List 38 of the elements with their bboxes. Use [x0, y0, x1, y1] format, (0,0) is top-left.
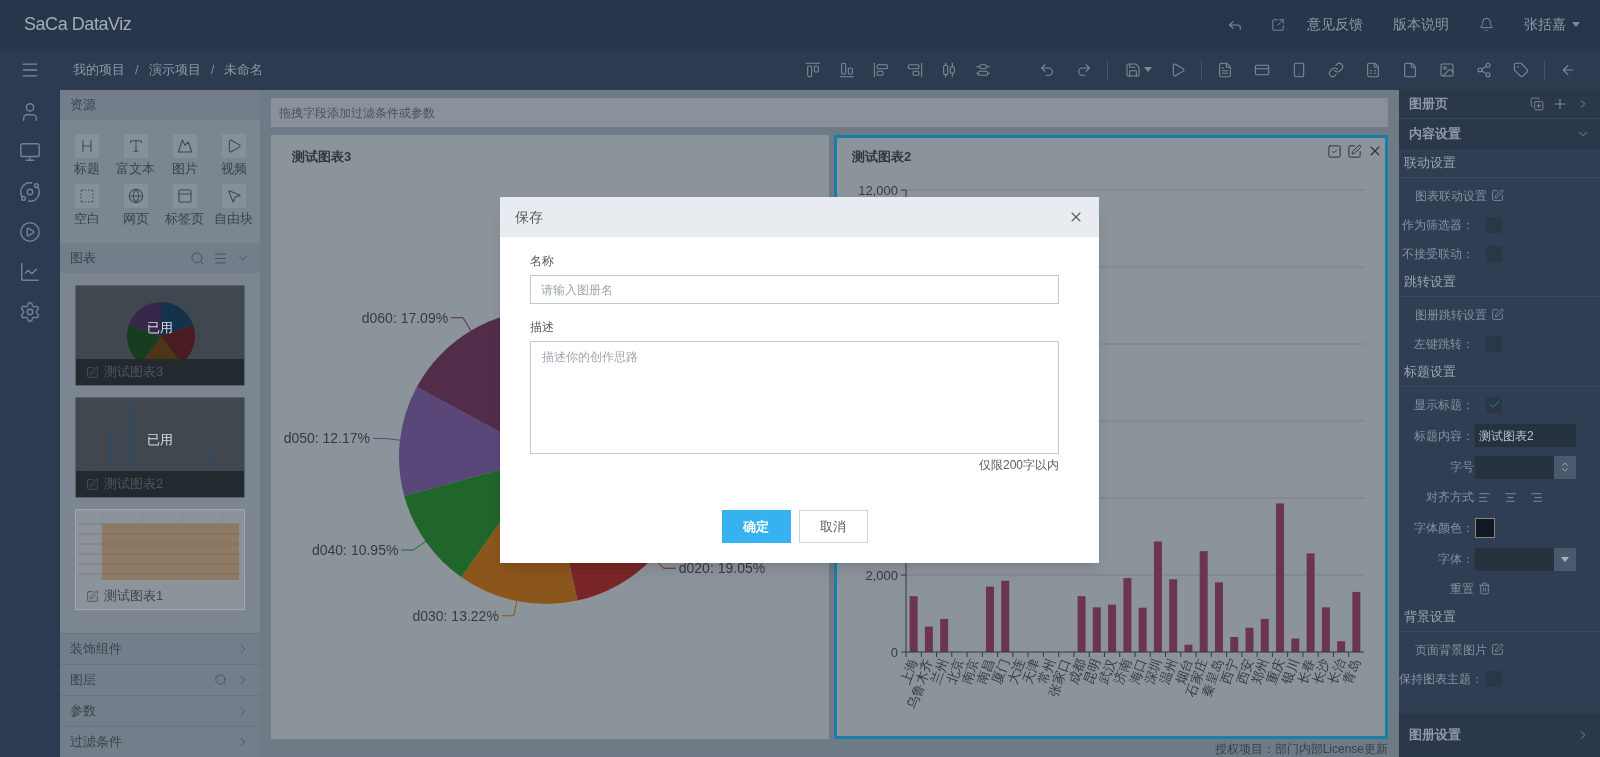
breadcrumb-separator: / [210, 60, 215, 79]
setting-label: 字号 [1449, 459, 1474, 476]
used-label: 已用 [146, 319, 174, 337]
dialog-title: 保存 [515, 207, 543, 227]
breadcrumb-separator: / [135, 60, 139, 79]
field-hint: 仅限200字以内 [978, 457, 1059, 474]
section-title: 跳转设置 [1404, 273, 1456, 292]
section-title: 联动设置 [1404, 154, 1456, 173]
setting-label: 对齐方式 [1425, 489, 1474, 506]
used-label: 已用 [146, 431, 174, 449]
data-label: d040: 10.95% [311, 542, 399, 559]
panel-title: 资源 [70, 96, 96, 115]
setting-label: 标题内容： [1413, 427, 1474, 445]
axis-tick-label: 0 [890, 645, 898, 660]
panel-title: 图表 [70, 249, 96, 268]
section-title: 背景设置 [1404, 608, 1456, 627]
field-label: 描述 [530, 320, 555, 334]
chart-title: 测试图表2 [852, 148, 912, 166]
license-note: 授权项目：部门内部License更新 [1214, 741, 1388, 757]
data-label: d060: 17.09% [361, 309, 449, 326]
setting-label: 不接受联动： [1401, 245, 1474, 263]
data-label: d050: 12.17% [283, 430, 371, 447]
axis-tick-label: 2,000 [865, 568, 898, 583]
setting-label: 作为筛选器： [1401, 216, 1474, 234]
chart-title: 测试图表3 [292, 148, 352, 166]
section-title: 标题设置 [1404, 363, 1456, 382]
setting-label: 左键跳转： [1413, 335, 1474, 353]
thumbnail-title: 测试图表1 [104, 587, 164, 606]
axis-tick-label: 12,000 [858, 183, 898, 198]
app-logo: SaCa DataViz [24, 13, 132, 36]
setting-label: 字体： [1437, 551, 1474, 568]
setting-label: 字体颜色： [1413, 520, 1474, 537]
field-label: 名称 [530, 254, 555, 268]
panel-title: 图册页 [1409, 95, 1448, 114]
data-label: d020: 19.05% [678, 560, 766, 577]
setting-label: 重置 [1449, 580, 1474, 598]
data-label: d030: 13.22% [412, 607, 499, 624]
setting-label: 显示标题： [1413, 396, 1474, 414]
